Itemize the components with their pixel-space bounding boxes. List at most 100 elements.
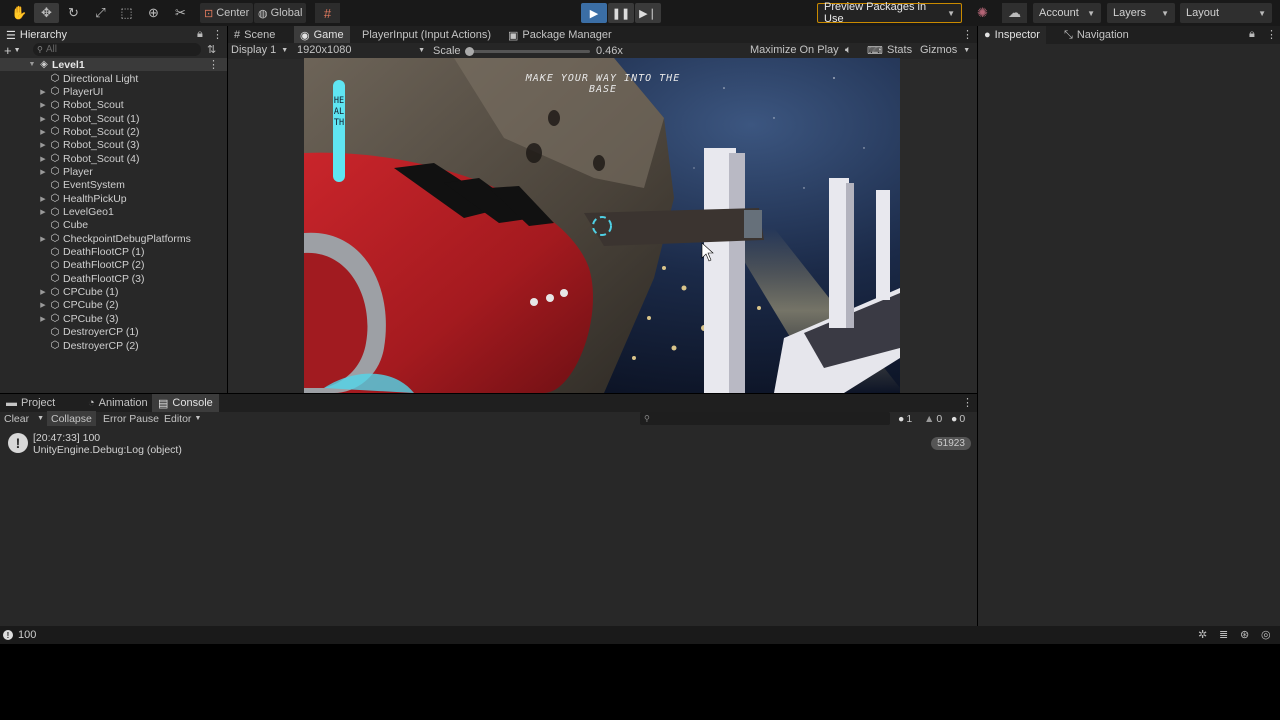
expand-arrow-icon[interactable]: ▶	[37, 88, 49, 96]
hierarchy-item[interactable]: ▶ ⬡ PlayerUI	[0, 85, 226, 98]
clear-button[interactable]: Clear ▼	[0, 411, 48, 426]
expand-arrow-icon[interactable]: ▶	[37, 101, 49, 109]
move-tool-icon[interactable]: ✥	[34, 3, 59, 23]
kebab-menu-icon[interactable]: ⋮	[208, 58, 219, 71]
hierarchy-item[interactable]: ▶ ⬡ Robot_Scout (4)	[0, 152, 226, 165]
console-entry[interactable]: ! [20:47:33] 100 UnityEngine.Debug:Log (…	[0, 429, 977, 459]
tab-project[interactable]: ▬ Project	[0, 394, 61, 412]
custom-tool-icon[interactable]: ✂	[168, 3, 193, 23]
editor-dropdown[interactable]: Editor ▼	[160, 411, 205, 426]
keyboard-icon[interactable]: ⌨	[867, 44, 883, 57]
layout-dropdown[interactable]: Layout ▼	[1180, 3, 1272, 23]
hierarchy-item[interactable]: ▶ ⬡ CheckpointDebugPlatforms	[0, 232, 226, 245]
add-object-button[interactable]: + ▼	[4, 43, 30, 58]
rect-tool-icon[interactable]: ⬚	[114, 3, 139, 23]
game-viewport[interactable]: MAKE YOUR WAY INTO THE BASE HEALTH	[304, 58, 900, 393]
transform-tool-icon[interactable]: ⊕	[141, 3, 166, 23]
kebab-menu-icon[interactable]: ⋮	[962, 396, 973, 409]
expand-arrow-icon[interactable]: ▶	[37, 168, 49, 176]
hierarchy-item[interactable]: ▶ ⬡ HealthPickUp	[0, 192, 226, 205]
tab-inspector[interactable]: ● Inspector	[978, 26, 1046, 44]
resolution-dropdown[interactable]: 1920x1080 ▼	[297, 44, 425, 56]
expand-arrow-icon[interactable]: ▶	[37, 115, 49, 123]
error-pause-toggle[interactable]: Error Pause	[99, 411, 163, 426]
pivot-center-button[interactable]: ⊡ Center	[200, 3, 254, 23]
account-dropdown[interactable]: Account ▼	[1033, 3, 1101, 23]
scene-row[interactable]: ▼ ◈ Level1 ⋮	[0, 58, 227, 71]
expand-arrow-icon[interactable]: ▶	[37, 288, 49, 296]
hierarchy-item[interactable]: ▶ ⬡ LevelGeo1	[0, 206, 226, 219]
kebab-menu-icon[interactable]: ⋮	[212, 28, 223, 41]
expand-arrow-icon[interactable]: ▶	[37, 301, 49, 309]
tab-game[interactable]: ◉ Game	[294, 26, 350, 44]
hierarchy-item[interactable]: ▶ ⬡ Robot_Scout	[0, 99, 226, 112]
collapse-toggle[interactable]: Collapse	[47, 411, 96, 426]
gizmos-dropdown[interactable]: Gizmos ▼	[920, 44, 970, 56]
pivot-global-button[interactable]: ◍ Global	[254, 3, 307, 23]
pause-button[interactable]: ❚❚	[608, 3, 634, 23]
layers-dropdown[interactable]: Layers ▼	[1107, 3, 1175, 23]
kebab-menu-icon[interactable]: ⋮	[1266, 28, 1277, 41]
display-dropdown[interactable]: Display 1 ▼	[231, 44, 288, 56]
lock-icon[interactable]: 🔒︎	[1249, 28, 1255, 41]
hierarchy-item[interactable]: ▶ ⬡ CPCube (2)	[0, 299, 226, 312]
collab-icon[interactable]: ✺	[970, 3, 995, 23]
expand-arrow-icon[interactable]: ▶	[37, 195, 49, 203]
bug-icon[interactable]: ✲	[1198, 628, 1207, 641]
hierarchy-item[interactable]: ▶ ⬡ Robot_Scout (3)	[0, 139, 226, 152]
play-button[interactable]: ▶	[581, 3, 607, 23]
hierarchy-item[interactable]: ⬡ DeathFlootCP (1)	[0, 246, 226, 259]
hierarchy-item[interactable]: ⬡ DestroyerCP (1)	[0, 326, 226, 339]
sort-icon[interactable]: ⇅	[207, 43, 216, 56]
step-button[interactable]: ▶❘	[635, 3, 661, 23]
warning-filter-toggle[interactable]: ▲ 0	[920, 411, 946, 426]
expand-arrow-icon[interactable]: ▶	[37, 315, 49, 323]
status-message[interactable]: 100	[18, 629, 36, 641]
expand-arrow-icon[interactable]: ▼	[26, 61, 38, 68]
console-search-input[interactable]: ⚲	[640, 412, 890, 425]
error-filter-toggle[interactable]: ● 0	[947, 411, 969, 426]
grid-snap-icon[interactable]: #	[315, 3, 340, 23]
expand-arrow-icon[interactable]: ▶	[37, 141, 49, 149]
kebab-menu-icon[interactable]: ⋮	[962, 28, 973, 41]
hierarchy-item[interactable]: ▶ ⬡ Player	[0, 165, 226, 178]
tab-package-manager[interactable]: ▣ Package Manager	[502, 26, 618, 44]
tab-console[interactable]: ▤ Console	[152, 394, 219, 412]
progress-icon[interactable]: ◎	[1261, 628, 1271, 641]
scale-slider[interactable]	[465, 47, 590, 56]
expand-arrow-icon[interactable]: ▶	[37, 155, 49, 163]
tab-navigation[interactable]: ⤡ Navigation	[1058, 26, 1135, 44]
tab-scene[interactable]: # Scene	[228, 26, 281, 44]
lock-icon[interactable]: 🔒︎	[197, 28, 203, 41]
hierarchy-item[interactable]: ⬡ DeathFlootCP (2)	[0, 259, 226, 272]
hierarchy-item[interactable]: ⬡ DeathFlootCP (3)	[0, 272, 226, 285]
expand-arrow-icon[interactable]: ▶	[37, 208, 49, 216]
scale-tool-icon[interactable]: ⤢	[88, 3, 113, 23]
hierarchy-search-input[interactable]: ⚲ All	[33, 43, 201, 56]
expand-arrow-icon[interactable]: ▶	[37, 235, 49, 243]
hierarchy-item[interactable]: ▶ ⬡ CPCube (3)	[0, 312, 226, 325]
hierarchy-item[interactable]: ⬡ EventSystem	[0, 179, 226, 192]
hierarchy-item[interactable]: ▶ ⬡ Robot_Scout (1)	[0, 112, 226, 125]
hierarchy-item[interactable]: ⬡ DestroyerCP (2)	[0, 339, 226, 352]
rotate-tool-icon[interactable]: ↻	[61, 3, 86, 23]
stats-toggle[interactable]: Stats	[887, 44, 912, 56]
network-icon[interactable]: ⊛	[1240, 628, 1249, 641]
cloud-icon[interactable]: ☁	[1002, 3, 1027, 23]
tab-hierarchy[interactable]: ☰ Hierarchy	[0, 26, 227, 44]
hierarchy-item[interactable]: ⬡ Directional Light	[0, 72, 226, 85]
mute-audio-icon[interactable]: 🔈︎	[845, 44, 852, 57]
info-filter-toggle[interactable]: ● 1	[894, 411, 916, 426]
expand-arrow-icon[interactable]: ▶	[37, 128, 49, 136]
hierarchy-item[interactable]: ▶ ⬡ Robot_Scout (2)	[0, 125, 226, 138]
maximize-on-play-toggle[interactable]: Maximize On Play	[750, 44, 839, 56]
hierarchy-item[interactable]: ⬡ Cube	[0, 219, 226, 232]
tab-animation[interactable]: ◔ Animation	[82, 394, 154, 412]
hierarchy-item[interactable]: ▶ ⬡ CPCube (1)	[0, 286, 226, 299]
stack-icon[interactable]: ≣	[1219, 628, 1228, 641]
scale-slider-handle[interactable]	[465, 47, 474, 56]
tab-player-input[interactable]: PlayerInput (Input Actions)	[356, 26, 497, 44]
hand-tool-icon[interactable]: ✋	[7, 3, 32, 23]
hierarchy-tabbar: ☰ Hierarchy 🔒︎ ⋮	[0, 26, 227, 44]
preview-packages-dropdown[interactable]: Preview Packages in Use ▼	[817, 1, 962, 25]
